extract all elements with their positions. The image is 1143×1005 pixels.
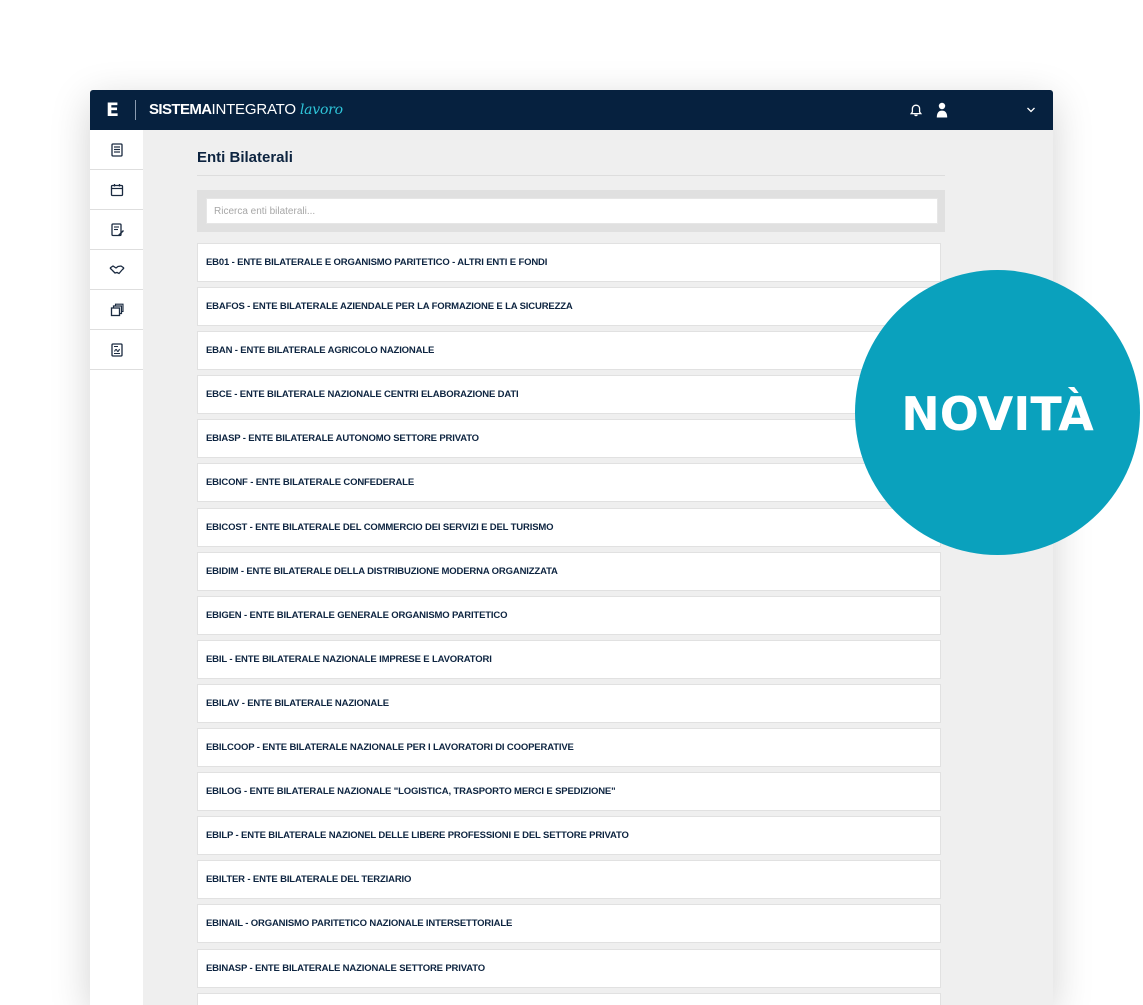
contract-icon (110, 342, 124, 357)
list-item[interactable]: EBIGEN - ENTE BILATERALE GENERALE ORGANI… (197, 595, 941, 635)
chevron-down-icon[interactable] (1026, 90, 1036, 130)
badge-text: NOVITÀ (901, 386, 1094, 441)
search-input[interactable] (206, 198, 938, 224)
list-item[interactable]: EBICOST - ENTE BILATERALE DEL COMMERCIO … (197, 507, 941, 547)
document-icon (110, 142, 124, 157)
user-icon[interactable] (936, 90, 948, 130)
title-divider (197, 175, 945, 176)
list-item[interactable]: EBIASP - ENTE BILATERALE AUTONOMO SETTOR… (197, 419, 941, 459)
sidebar-item-calendar[interactable] (90, 170, 143, 210)
edit-document-icon (110, 222, 124, 237)
list-item[interactable]: EBAFOS - ENTE BILATERALE AZIENDALE PER L… (197, 287, 941, 327)
brand-name[interactable]: SISTEMAINTEGRATO lavoro (149, 101, 343, 119)
list-item[interactable]: EBAN - ENTE BILATERALE AGRICOLO NAZIONAL… (197, 331, 941, 371)
brand-name-part3: lavoro (299, 102, 343, 118)
handshake-icon (109, 263, 125, 277)
list-item[interactable]: EBILP - ENTE BILATERALE NAZIONEL DELLE L… (197, 816, 941, 856)
page-title: Enti Bilaterali (197, 149, 293, 166)
list-item[interactable]: EBILOG - ENTE BILATERALE NAZIONALE "LOGI… (197, 772, 941, 812)
stage: E SISTEMAINTEGRATO lavoro Enti Bilateral… (0, 0, 1143, 1005)
brand-name-part1: SISTEMA (149, 101, 212, 118)
list-item[interactable]: EBILAV - ENTE BILATERALE NAZIONALE (197, 683, 941, 723)
brand-name-part2: INTEGRATO (211, 101, 296, 118)
search-bar (197, 190, 945, 232)
sidebar-item-archive[interactable] (90, 290, 143, 330)
app-window: E SISTEMAINTEGRATO lavoro Enti Bilateral… (90, 90, 1053, 1005)
sidebar-item-documents[interactable] (90, 130, 143, 170)
list-item[interactable] (197, 992, 941, 1005)
list-item[interactable]: EBINAIL - ORGANISMO PARITETICO NAZIONALE… (197, 904, 941, 944)
top-bar: E SISTEMAINTEGRATO lavoro (90, 90, 1053, 130)
list-item[interactable]: EBINASP - ENTE BILATERALE NAZIONALE SETT… (197, 948, 941, 988)
calendar-icon (110, 183, 124, 197)
sidebar-item-edit-document[interactable] (90, 210, 143, 250)
novita-badge: NOVITÀ (855, 270, 1140, 555)
list-item[interactable]: EBIL - ENTE BILATERALE NAZIONALE IMPRESE… (197, 639, 941, 679)
sidebar (90, 130, 143, 1005)
list-item[interactable]: EBILCOOP - ENTE BILATERALE NAZIONALE PER… (197, 728, 941, 768)
list-item[interactable]: EBIDIM - ENTE BILATERALE DELLA DISTRIBUZ… (197, 551, 941, 591)
bell-icon[interactable] (910, 90, 922, 130)
brand-logo-mark[interactable]: E (106, 100, 119, 120)
entity-list: EB01 - ENTE BILATERALE E ORGANISMO PARIT… (197, 243, 941, 1005)
sidebar-item-agreements[interactable] (90, 250, 143, 290)
list-item[interactable]: EB01 - ENTE BILATERALE E ORGANISMO PARIT… (197, 243, 941, 282)
list-item[interactable]: EBCE - ENTE BILATERALE NAZIONALE CENTRI … (197, 375, 941, 415)
list-item[interactable]: EBILTER - ENTE BILATERALE DEL TERZIARIO (197, 860, 941, 900)
stack-icon (110, 303, 124, 317)
brand-divider (135, 100, 136, 120)
list-item[interactable]: EBICONF - ENTE BILATERALE CONFEDERALE (197, 463, 941, 503)
sidebar-item-contracts[interactable] (90, 330, 143, 370)
